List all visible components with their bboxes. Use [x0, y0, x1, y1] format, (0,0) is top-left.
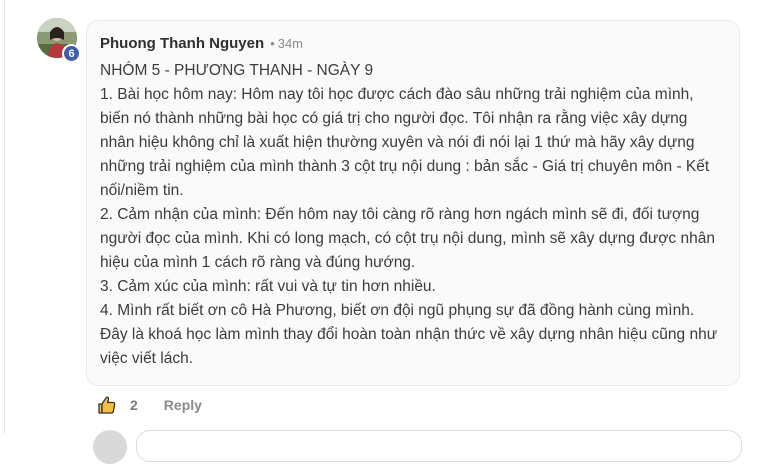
timestamp[interactable]: 34m	[278, 36, 303, 51]
meta-separator: •	[270, 36, 275, 51]
thread-line	[4, 0, 5, 434]
comment-line: người đọc của mình. Khi có long mạch, có…	[100, 230, 715, 247]
comment-line: nhân hiệu không chỉ là xuất hiện thường …	[100, 134, 695, 151]
comment-body: NHÓM 5 - PHƯƠNG THANH - NGÀY 9 1. Bài họ…	[100, 59, 732, 371]
reply-avatar	[93, 430, 127, 464]
thumbs-up-icon[interactable]	[97, 395, 117, 415]
comment-actions: 2 Reply	[97, 395, 202, 415]
comment-line: 1. Bài học hôm nay: Hôm nay tôi học được…	[100, 86, 694, 103]
like-count: 2	[130, 397, 138, 413]
author-name[interactable]: Phuong Thanh Nguyen	[100, 35, 264, 52]
comment-line: biến nó thành những bài học có giá trị c…	[100, 110, 688, 127]
comment-line: hiệu của mình 1 cách rõ ràng và đúng hướ…	[100, 254, 416, 271]
comment-line: nối/niềm tin.	[100, 182, 184, 199]
comment-line: 4. Mình rất biết ơn cô Hà Phương, biết ơ…	[100, 302, 695, 319]
comment-line: những trải nghiệm của mình thành 3 cột t…	[100, 158, 710, 175]
comment-line: Đây là khoá học làm mình thay đổi hoàn t…	[100, 326, 718, 343]
comment-meta: Phuong Thanh Nguyen • 34m	[100, 35, 303, 52]
level-badge: 6	[62, 44, 81, 63]
comment-line: việc viết lách.	[100, 350, 194, 367]
reply-input[interactable]	[136, 430, 742, 462]
comment-line: NHÓM 5 - PHƯƠNG THANH - NGÀY 9	[100, 62, 374, 79]
comment-line: 2. Cảm nhận của mình: Đến hôm nay tôi cà…	[100, 206, 700, 223]
comment-line: 3. Cảm xúc của mình: rất vui và tự tin h…	[100, 278, 436, 295]
reply-button[interactable]: Reply	[164, 397, 202, 413]
comment-bubble: Phuong Thanh Nguyen • 34m NHÓM 5 - PHƯƠN…	[86, 20, 740, 386]
author-avatar-wrap[interactable]: 6	[37, 18, 81, 63]
